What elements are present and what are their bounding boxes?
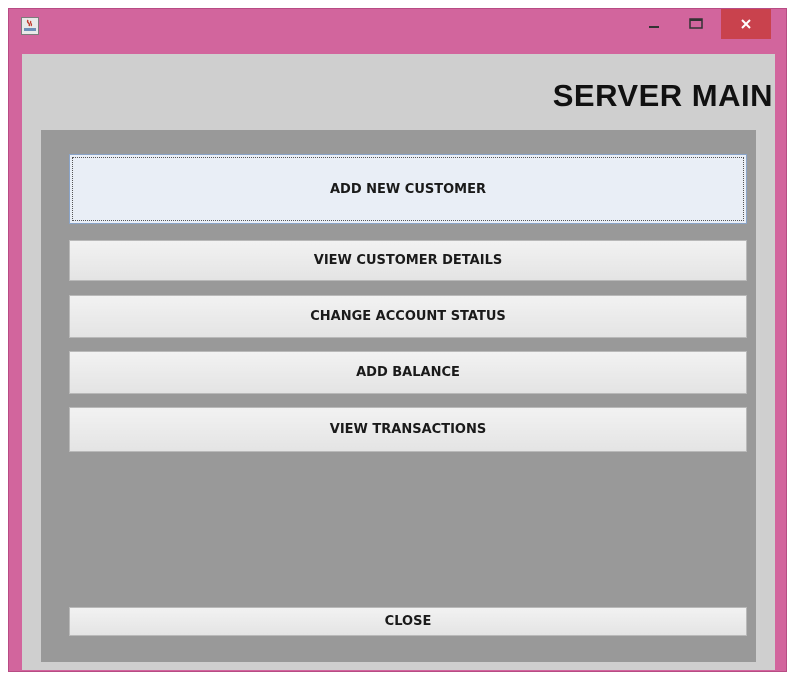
change-account-status-button[interactable]: CHANGE ACCOUNT STATUS [69,295,747,338]
client-area: SERVER MAIN ADD NEW CUSTOMER VIEW CUSTOM… [22,54,775,670]
maximize-icon [689,18,703,29]
maximize-button[interactable] [681,9,711,39]
java-app-icon[interactable] [21,17,39,35]
add-balance-button[interactable]: ADD BALANCE [69,351,747,394]
close-button[interactable]: CLOSE [69,607,747,636]
app-window: SERVER MAIN ADD NEW CUSTOMER VIEW CUSTOM… [8,8,787,672]
button-panel: ADD NEW CUSTOMER VIEW CUSTOMER DETAILS C… [41,130,756,662]
view-transactions-button[interactable]: VIEW TRANSACTIONS [69,407,747,452]
view-customer-details-button[interactable]: VIEW CUSTOMER DETAILS [69,240,747,281]
minimize-icon [649,26,659,28]
title-bar[interactable] [9,9,786,53]
close-icon [741,19,751,29]
window-close-button[interactable] [721,9,771,39]
add-new-customer-button[interactable]: ADD NEW CUSTOMER [69,154,747,224]
page-title: SERVER MAIN [552,78,773,113]
minimize-button[interactable] [639,9,669,39]
